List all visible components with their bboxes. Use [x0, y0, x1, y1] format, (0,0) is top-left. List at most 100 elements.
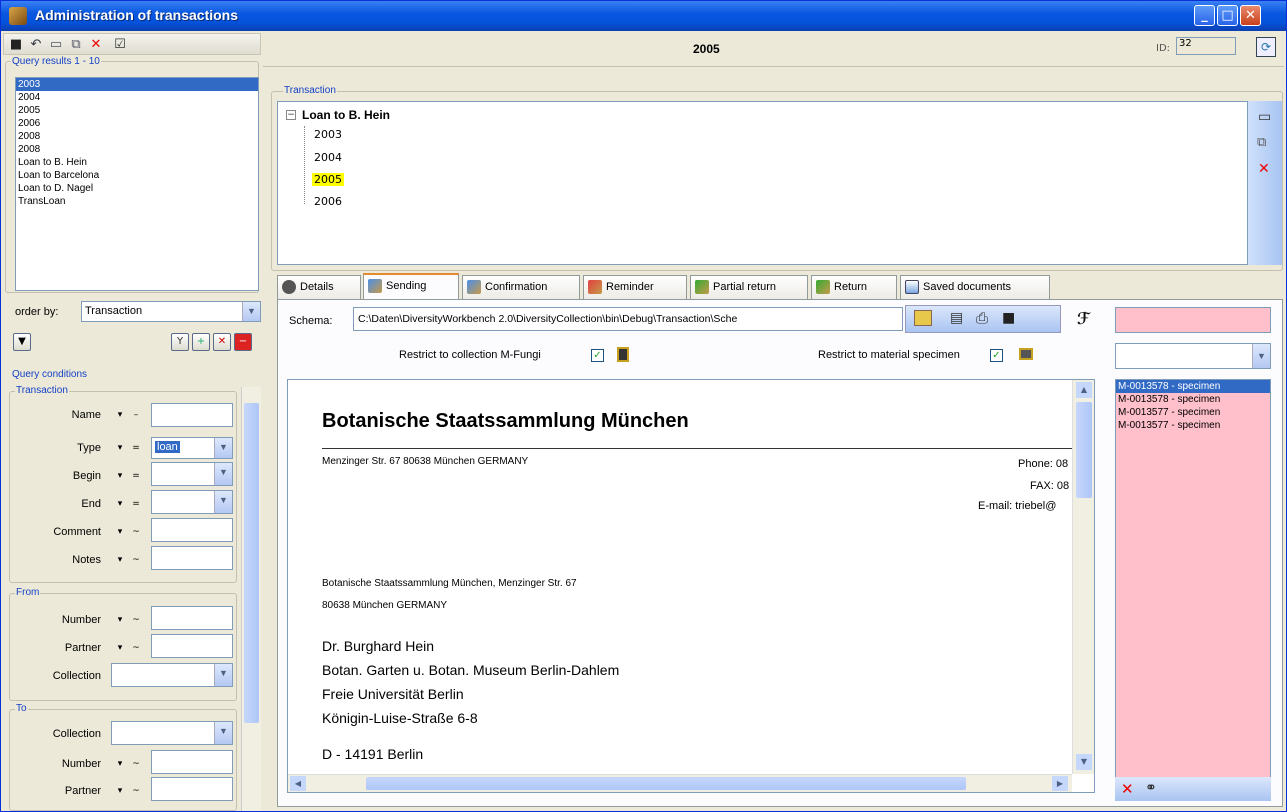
- name-input[interactable]: [151, 403, 233, 427]
- operator-select[interactable]: ▾: [113, 499, 127, 509]
- material-icon[interactable]: [1019, 348, 1033, 360]
- order-by-select[interactable]: Transaction ▼: [81, 301, 261, 322]
- begin-date-picker[interactable]: ▼: [151, 462, 233, 486]
- chevron-down-icon[interactable]: ▼: [214, 664, 232, 686]
- notes-input[interactable]: [151, 546, 233, 570]
- chevron-down-icon[interactable]: ▼: [214, 491, 232, 513]
- list-item[interactable]: 2003: [16, 78, 258, 91]
- operator-select[interactable]: ▾: [113, 471, 127, 481]
- copy-icon[interactable]: ⧉: [1257, 135, 1266, 150]
- list-item[interactable]: 2008: [16, 130, 258, 143]
- from-number-input[interactable]: [151, 606, 233, 630]
- list-item[interactable]: M-0013577 - specimen: [1116, 419, 1270, 432]
- tab-reminder[interactable]: Reminder: [583, 275, 687, 299]
- maximize-button[interactable]: □: [1217, 5, 1238, 26]
- list-item[interactable]: 2004: [16, 91, 258, 104]
- list-item[interactable]: M-0013577 - specimen: [1116, 406, 1270, 419]
- new-icon[interactable]: ▭: [1258, 109, 1271, 125]
- tree-root[interactable]: Loan to B. Hein: [302, 108, 390, 122]
- collapse-icon[interactable]: −: [286, 110, 296, 120]
- operator-select[interactable]: ▾: [113, 615, 127, 625]
- format-icon[interactable]: ℱ: [1077, 309, 1090, 328]
- binoculars-icon[interactable]: ⚭: [1145, 780, 1157, 796]
- delete-icon[interactable]: ✕: [1121, 780, 1134, 798]
- list-item[interactable]: 2005: [16, 104, 258, 117]
- reset-icon[interactable]: −: [234, 333, 252, 351]
- to-number-input[interactable]: [151, 750, 233, 774]
- tree-node-selected[interactable]: 2005: [312, 173, 344, 186]
- operator-select[interactable]: ▾: [113, 643, 127, 653]
- from-collection-select[interactable]: ▼: [111, 663, 233, 687]
- delete-icon[interactable]: ✕: [1258, 161, 1270, 177]
- tab-partial-return[interactable]: Partial return: [690, 275, 808, 299]
- undo-icon[interactable]: ↶: [28, 37, 44, 53]
- chevron-down-icon[interactable]: ▼: [1252, 344, 1270, 368]
- chevron-down-icon[interactable]: ▼: [214, 438, 232, 458]
- document-preview[interactable]: Botanische Staatssammlung München Menzin…: [287, 379, 1095, 793]
- new-icon[interactable]: ▭: [48, 37, 64, 53]
- tab-sending[interactable]: Sending: [363, 273, 459, 299]
- minimize-button[interactable]: _: [1194, 5, 1215, 26]
- end-date-picker[interactable]: ▼: [151, 490, 233, 514]
- tree-node[interactable]: 2003: [314, 128, 342, 141]
- type-select[interactable]: loan ▼: [151, 437, 233, 459]
- filter-icon[interactable]: Y: [171, 333, 189, 351]
- collapse-conditions-button[interactable]: ▼: [13, 333, 31, 351]
- specimen-filter-input[interactable]: [1115, 307, 1271, 333]
- tab-saved-documents[interactable]: Saved documents: [900, 275, 1050, 299]
- to-collection-select[interactable]: ▼: [111, 721, 233, 745]
- print-icon[interactable]: ⎙: [976, 309, 988, 327]
- tree-node[interactable]: 2006: [314, 195, 342, 208]
- operator-select[interactable]: ▾: [113, 527, 127, 537]
- list-item[interactable]: M-0013578 - specimen: [1116, 380, 1270, 393]
- save-icon[interactable]: ■: [8, 37, 24, 53]
- close-button[interactable]: ✕: [1240, 5, 1261, 26]
- tab-confirmation[interactable]: Confirmation: [462, 275, 580, 299]
- list-item[interactable]: M-0013578 - specimen: [1116, 393, 1270, 406]
- chevron-down-icon[interactable]: ▼: [214, 463, 232, 485]
- specimen-list[interactable]: M-0013578 - specimen M-0013578 - specime…: [1115, 379, 1271, 793]
- remove-filter-icon[interactable]: ✕: [213, 333, 231, 351]
- list-item[interactable]: Loan to B. Hein: [16, 156, 258, 169]
- schema-path-input[interactable]: C:\Daten\DiversityWorkbench 2.0\Diversit…: [353, 307, 903, 331]
- operator-select[interactable]: ▾: [113, 759, 127, 769]
- list-item[interactable]: 2006: [16, 117, 258, 130]
- page-icon[interactable]: ▤: [950, 310, 963, 326]
- tab-details[interactable]: Details: [277, 275, 361, 299]
- copy-icon[interactable]: ⧉: [68, 37, 84, 53]
- from-partner-input[interactable]: [151, 634, 233, 658]
- id-field[interactable]: 32: [1176, 37, 1236, 55]
- collection-icon[interactable]: [617, 347, 629, 362]
- conditions-scrollbar[interactable]: [241, 387, 261, 811]
- comment-input[interactable]: [151, 518, 233, 542]
- operator-select[interactable]: ▾: [113, 443, 127, 453]
- tree-node[interactable]: 2004: [314, 151, 342, 164]
- delete-icon[interactable]: ✕: [88, 37, 104, 53]
- query-results-list[interactable]: 2003 2004 2005 2006 2008 2008 Loan to B.…: [15, 77, 259, 291]
- chevron-down-icon[interactable]: ▼: [242, 302, 260, 321]
- confirmation-icon: [467, 280, 481, 294]
- to-partner-input[interactable]: [151, 777, 233, 801]
- tab-return[interactable]: Return: [811, 275, 897, 299]
- doc-horizontal-scrollbar[interactable]: ◀ ▶: [288, 774, 1072, 792]
- save-icon[interactable]: ■: [1002, 310, 1015, 326]
- open-folder-icon[interactable]: [914, 310, 932, 326]
- list-item[interactable]: Loan to D. Nagel: [16, 182, 258, 195]
- transaction-tree[interactable]: − Loan to B. Hein 2003 2004 2005 2006: [277, 101, 1248, 265]
- list-item[interactable]: 2008: [16, 143, 258, 156]
- refresh-icon[interactable]: ⟳: [1256, 37, 1276, 57]
- operator-select[interactable]: ▾: [113, 555, 127, 565]
- doc-vertical-scrollbar[interactable]: ▲ ▼: [1072, 380, 1094, 774]
- operator-select[interactable]: ▾: [113, 786, 127, 796]
- operator-select[interactable]: ▾: [113, 410, 127, 420]
- list-item[interactable]: Loan to Barcelona: [16, 169, 258, 182]
- chevron-down-icon[interactable]: ▼: [214, 722, 232, 744]
- add-filter-icon[interactable]: +: [192, 333, 210, 351]
- record-title: 2005: [693, 42, 720, 56]
- restrict-collection-checkbox[interactable]: ✓: [591, 349, 604, 362]
- partial-return-icon: [695, 280, 709, 294]
- check-icon[interactable]: ☑: [112, 37, 128, 53]
- restrict-material-checkbox[interactable]: ✓: [990, 349, 1003, 362]
- specimen-select[interactable]: ▼: [1115, 343, 1271, 369]
- list-item[interactable]: TransLoan: [16, 195, 258, 208]
